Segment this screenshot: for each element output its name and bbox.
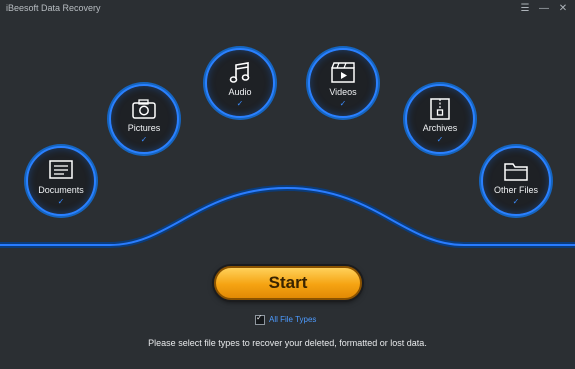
folder-icon — [504, 163, 528, 181]
video-icon — [331, 62, 355, 83]
minimize-button[interactable]: — — [536, 2, 552, 16]
all-file-types-option[interactable]: ✓ All File Types — [255, 313, 317, 325]
all-file-types-checkbox[interactable]: ✓ — [255, 313, 265, 325]
check-icon: ✓ — [140, 135, 148, 144]
check-icon: ✓ — [512, 197, 520, 206]
category-archives[interactable]: Archives ✓ — [405, 84, 475, 154]
archive-icon — [430, 98, 450, 120]
app-title: iBeesoft Data Recovery — [6, 3, 101, 13]
category-label: Pictures — [127, 123, 161, 133]
menu-icon[interactable]: ☰ — [517, 2, 533, 16]
category-label: Audio — [228, 87, 252, 97]
document-icon — [49, 160, 73, 179]
check-icon: ✓ — [236, 99, 244, 108]
category-label: Videos — [329, 87, 357, 97]
check-icon: ✓ — [256, 313, 263, 322]
check-icon: ✓ — [339, 99, 347, 108]
close-button[interactable]: ✕ — [555, 2, 571, 16]
check-icon: ✓ — [436, 135, 444, 144]
category-label: Archives — [422, 123, 458, 133]
category-label: Other Files — [493, 185, 538, 195]
category-documents[interactable]: Documents ✓ — [26, 146, 96, 216]
title-bar: iBeesoft Data Recovery ☰ — ✕ — [0, 0, 575, 18]
start-button[interactable]: Start — [214, 266, 362, 300]
category-label: Documents — [38, 185, 84, 195]
category-other-files[interactable]: Other Files ✓ — [481, 146, 551, 216]
instruction-text: Please select file types to recover your… — [148, 338, 427, 348]
camera-icon — [132, 99, 156, 119]
category-videos[interactable]: Videos ✓ — [308, 48, 378, 118]
all-file-types-label: All File Types — [269, 315, 317, 325]
music-note-icon — [229, 62, 250, 83]
category-audio[interactable]: Audio ✓ — [205, 48, 275, 118]
category-pictures[interactable]: Pictures ✓ — [109, 84, 179, 154]
check-icon: ✓ — [57, 197, 65, 206]
